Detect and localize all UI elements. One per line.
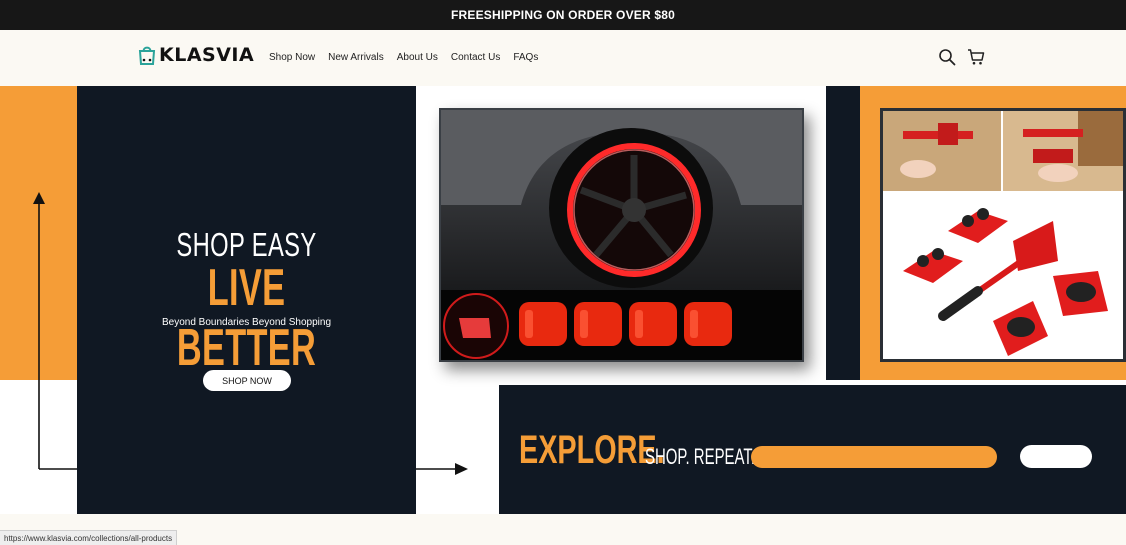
nav-faqs[interactable]: FAQs	[513, 52, 538, 63]
wheel-light-illustration	[441, 110, 802, 360]
brand-name: KLASVIA	[159, 44, 255, 66]
brand-logo[interactable]: KLASVIA	[137, 44, 254, 66]
page: FREESHIPPING ON ORDER OVER $80 KLASVIA S…	[0, 0, 1126, 545]
shop-repeat-text: SHOP. REPEAT.	[645, 444, 756, 469]
wheel-light-product-image[interactable]	[439, 108, 804, 362]
furniture-lifter-product-image[interactable]	[880, 108, 1126, 362]
site-header: KLASVIA Shop Now New Arrivals About Us C…	[0, 30, 1126, 86]
cart-icon[interactable]	[967, 48, 985, 66]
decorative-arrow-lines	[33, 192, 468, 475]
explore-headline: EXPLORE.	[519, 428, 665, 472]
nav-new-arrivals[interactable]: New Arrivals	[328, 52, 384, 63]
decorative-orange-bar	[751, 446, 997, 468]
decorative-white-pill	[1020, 445, 1092, 468]
browser-status-url: https://www.klasvia.com/collections/all-…	[0, 530, 178, 545]
nav-contact-us[interactable]: Contact Us	[451, 52, 500, 63]
announcement-text: FREESHIPPING ON ORDER OVER $80	[450, 8, 676, 22]
shopping-bag-logo-icon	[138, 46, 156, 65]
announcement-bar: FREESHIPPING ON ORDER OVER $80	[0, 0, 1126, 30]
nav-shop-now[interactable]: Shop Now	[269, 52, 315, 63]
main-nav: Shop Now New Arrivals About Us Contact U…	[269, 52, 538, 63]
nav-about-us[interactable]: About Us	[397, 52, 438, 63]
furniture-lifter-illustration	[883, 111, 1123, 359]
search-icon[interactable]	[938, 48, 956, 66]
